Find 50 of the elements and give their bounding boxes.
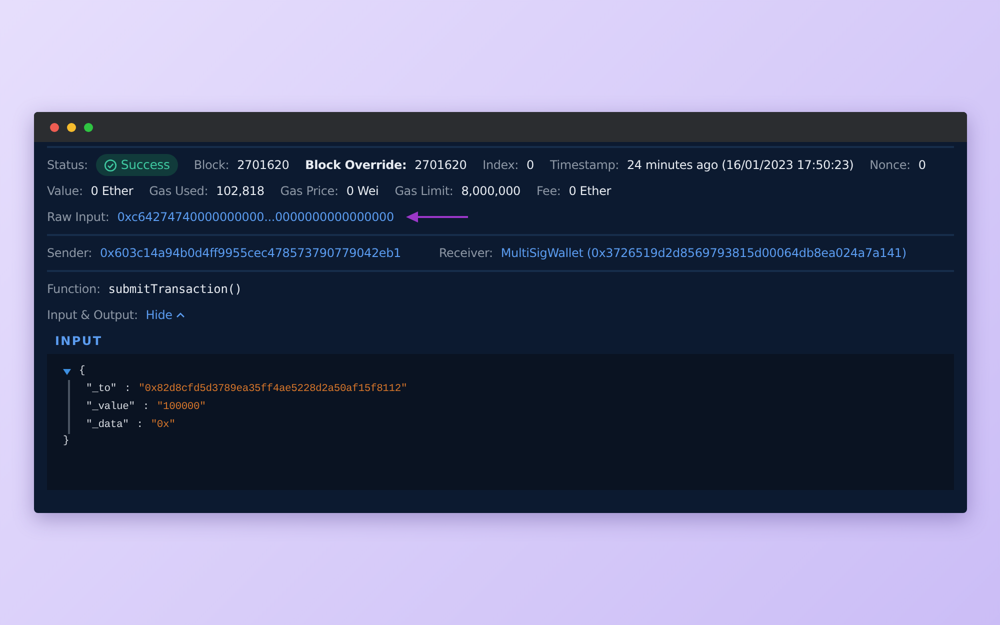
field-value: 8,000,000 xyxy=(461,183,520,200)
toggle-link[interactable]: Hide xyxy=(146,306,186,324)
field-label: Value: xyxy=(47,183,83,200)
brace: } xyxy=(63,434,70,447)
colon: : xyxy=(136,418,143,433)
json-key: "_data" xyxy=(86,416,129,434)
colon: : xyxy=(124,382,131,397)
field-value: 0 Wei xyxy=(346,183,379,200)
field-label: Gas Price: xyxy=(280,183,338,200)
field-value: 102,818 xyxy=(216,183,264,200)
field-value: 24 minutes ago (16/01/2023 17:50:23) xyxy=(627,157,854,174)
field-label: Timestamp: xyxy=(550,157,619,174)
function-name: submitTransaction() xyxy=(108,281,242,298)
field-label: Status: xyxy=(47,157,88,174)
close-button[interactable] xyxy=(50,122,59,132)
link[interactable]: MultiSigWallet (0x3726519d2d8569793815d00064db8ea024a7a141) xyxy=(500,244,906,262)
field-value: 2701620 xyxy=(414,157,467,174)
brace: { xyxy=(79,364,86,379)
expand-triangle-icon[interactable] xyxy=(63,368,71,375)
field-label: Nonce: xyxy=(870,157,910,174)
field-label: Gas Limit: xyxy=(394,183,454,200)
json-value: "0x" xyxy=(150,418,176,433)
section-heading: INPUT xyxy=(55,333,104,350)
caret-icon xyxy=(176,312,186,318)
json-value: "100000" xyxy=(156,400,206,415)
field-value: 0 xyxy=(526,157,534,174)
field-label: Index: xyxy=(482,157,519,174)
field-label: Raw Input: xyxy=(47,209,110,226)
status-badge: Success xyxy=(96,154,178,176)
field-label: Fee: xyxy=(536,183,561,200)
field-label: Gas Used: xyxy=(149,183,208,200)
field-value: 0 Ether xyxy=(90,183,134,200)
link[interactable]: 0x603c14a94b0d4ff9955cec478573790779042eb1 xyxy=(100,244,401,262)
json-value: "0x82d8cfd5d3789ea35ff4ae5228d2a50af15f8112" xyxy=(138,382,408,397)
field-label: Block Override: xyxy=(305,157,407,174)
field-value: 0 Ether xyxy=(568,183,612,200)
field-label: Sender: xyxy=(47,245,92,262)
colon: : xyxy=(142,400,149,415)
minimize-button[interactable] xyxy=(67,122,76,132)
field-value: 2701620 xyxy=(237,157,290,174)
json-key: "_value" xyxy=(86,398,135,416)
field-label: Receiver: xyxy=(438,245,493,262)
field-label: Function: xyxy=(47,281,100,298)
json-key: "_to" xyxy=(86,380,117,398)
check-circle-icon xyxy=(104,158,117,172)
link[interactable]: 0xc64274740000000000...0000000000000000 xyxy=(117,208,394,226)
maximize-button[interactable] xyxy=(84,122,93,132)
field-value: 0 xyxy=(918,157,926,174)
field-label: Input & Output: xyxy=(47,307,138,324)
field-label: Block: xyxy=(194,157,230,174)
